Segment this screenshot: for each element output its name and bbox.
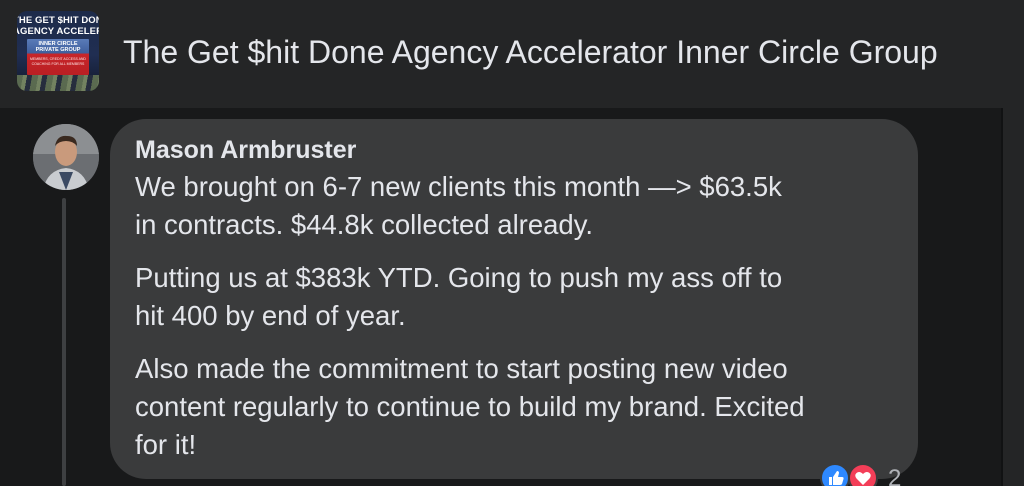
comment-bubble: Mason Armbruster We brought on 6-7 new c… <box>110 119 918 479</box>
thumbnail-money-decoration <box>17 75 99 91</box>
comment-paragraph: We brought on 6-7 new clients this month… <box>135 168 905 244</box>
comment-line: in contracts. $44.8k collected already. <box>135 209 594 240</box>
comment-line: content regularly to continue to build m… <box>135 391 805 422</box>
avatar-photo <box>33 124 99 190</box>
group-cover-thumbnail[interactable]: THE GET $HIT DONE AGENCY ACCELERATOR INN… <box>17 11 99 91</box>
comment-paragraph: Putting us at $383k YTD. Going to push m… <box>135 259 905 335</box>
group-header: THE GET $HIT DONE AGENCY ACCELERATOR INN… <box>0 0 1024 108</box>
thumbnail-badge: INNER CIRCLE PRIVATE GROUP <box>35 41 81 53</box>
comment-paragraph: Also made the commitment to start postin… <box>135 350 905 464</box>
thumbnail-line-2: AGENCY ACCELERATOR <box>17 26 99 37</box>
thumbnail-line-1: THE GET $HIT DONE <box>17 15 99 26</box>
avatar[interactable] <box>33 124 99 190</box>
love-icon <box>848 463 878 486</box>
page: THE GET $HIT DONE AGENCY ACCELERATOR INN… <box>0 0 1024 486</box>
thumbnail-fine-print: MEMBERS, CREDIT ACCESS AND COACHING FOR … <box>30 57 86 66</box>
group-title[interactable]: The Get $hit Done Agency Accelerator Inn… <box>123 32 938 72</box>
comment-line: for it! <box>135 429 197 460</box>
comment-line: Also made the commitment to start postin… <box>135 353 788 384</box>
comment-line: Putting us at $383k YTD. Going to push m… <box>135 262 783 293</box>
thread-line <box>62 198 66 486</box>
like-icon <box>820 463 850 486</box>
right-rail <box>1001 108 1024 486</box>
comment-author[interactable]: Mason Armbruster <box>135 135 356 165</box>
comment-line: hit 400 by end of year. <box>135 300 406 331</box>
reaction-count: 2 <box>888 465 902 486</box>
comment-line: We brought on 6-7 new clients this month… <box>135 171 782 202</box>
